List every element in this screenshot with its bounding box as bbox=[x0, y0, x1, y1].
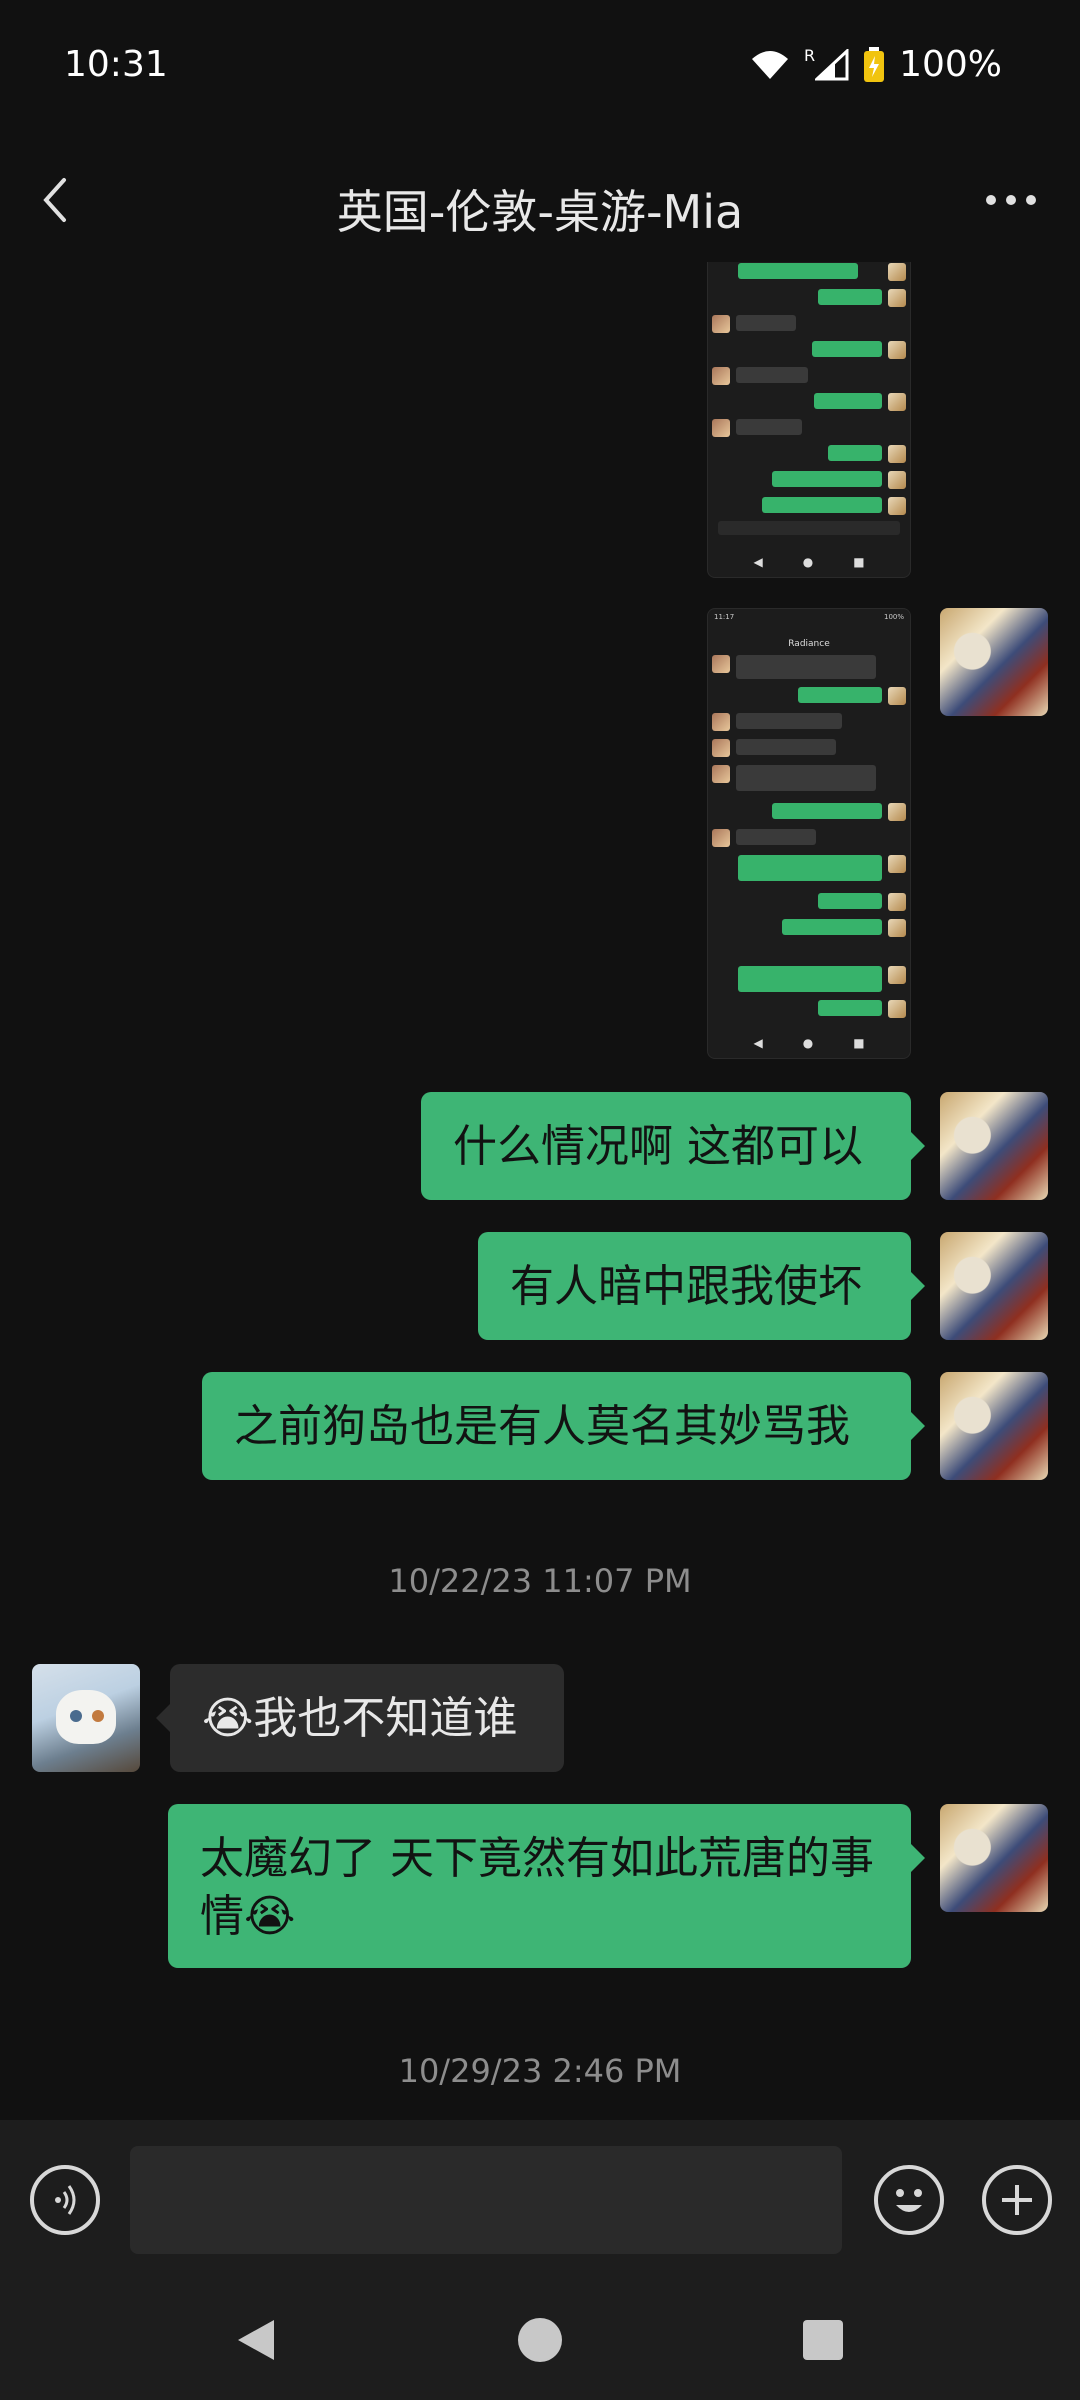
battery-charging-icon bbox=[864, 46, 885, 82]
mini-avatar bbox=[888, 803, 906, 821]
avatar[interactable] bbox=[940, 1804, 1048, 1912]
status-time: 10:31 bbox=[64, 44, 168, 85]
mini-bubble bbox=[736, 765, 876, 791]
timestamp: 10/22/23 11:07 PM bbox=[388, 1562, 692, 1600]
voice-icon bbox=[55, 2185, 76, 2215]
mini-bubble bbox=[736, 315, 796, 331]
mini-avatar bbox=[888, 289, 906, 307]
avatar[interactable] bbox=[940, 1232, 1048, 1340]
mini-bubble bbox=[814, 393, 882, 409]
mini-avatar bbox=[712, 765, 730, 783]
mini-avatar bbox=[888, 263, 906, 281]
mini-bubble bbox=[736, 367, 808, 383]
mini-avatar bbox=[888, 919, 906, 937]
mini-avatar bbox=[888, 341, 906, 359]
mini-avatar bbox=[888, 855, 906, 873]
chat-title: 英国-伦敦-桌游-Mia bbox=[336, 185, 744, 239]
message-bubble[interactable]: 太魔幻了 天下竟然有如此荒唐的事情😭 bbox=[168, 1804, 925, 1968]
mini-bubble bbox=[818, 289, 882, 305]
wifi-icon bbox=[751, 50, 788, 79]
mini-avatar bbox=[712, 367, 730, 385]
mini-avatar bbox=[712, 315, 730, 333]
more-horizontal-icon[interactable] bbox=[984, 190, 1038, 210]
message-bubble[interactable]: 有人暗中跟我使坏 bbox=[478, 1232, 925, 1340]
avatar[interactable] bbox=[940, 1372, 1048, 1480]
mini-avatar bbox=[888, 445, 906, 463]
emoji-icon bbox=[896, 2189, 922, 2212]
mini-status-bar: 11:17 100% bbox=[714, 613, 904, 621]
message-list[interactable]: ◀ ● ■ 11:17 100% Radiance ◀ ● ■ 什么情况啊 这都… bbox=[0, 262, 1080, 2120]
status-bar: 10:31 R 100% bbox=[0, 0, 1080, 130]
image-message[interactable]: 11:17 100% Radiance bbox=[707, 608, 911, 974]
mini-bubble bbox=[738, 966, 882, 992]
message-bubble[interactable]: 什么情况啊 这都可以 bbox=[421, 1092, 925, 1200]
mini-time: 11:17 bbox=[714, 613, 735, 621]
mini-bubble bbox=[738, 855, 882, 881]
nav-recents-icon[interactable] bbox=[802, 2319, 844, 2361]
mini-bubble bbox=[736, 829, 816, 845]
emoji-button[interactable] bbox=[874, 2165, 944, 2235]
signal-icon bbox=[815, 48, 849, 80]
timestamp: 10/29/23 2:46 PM bbox=[398, 2052, 682, 2090]
mini-avatar bbox=[712, 655, 730, 673]
mini-bubble bbox=[736, 655, 876, 679]
mini-input-bar bbox=[718, 521, 900, 535]
message-bubble[interactable]: 之前狗岛也是有人莫名其妙骂我 bbox=[202, 1372, 925, 1480]
mini-bubble bbox=[798, 687, 882, 703]
mini-avatar bbox=[888, 393, 906, 411]
input-bar bbox=[0, 2120, 1080, 2280]
mini-avatar bbox=[888, 687, 906, 705]
avatar[interactable] bbox=[32, 1664, 140, 1772]
mini-bubble bbox=[772, 471, 882, 487]
status-icons: R 100% bbox=[750, 44, 1002, 85]
mini-avatar bbox=[888, 1000, 906, 1018]
voice-button[interactable] bbox=[30, 2165, 100, 2235]
mini-bubble bbox=[738, 263, 858, 279]
message-bubble[interactable]: 😭我也不知道谁 bbox=[156, 1664, 564, 1772]
avatar[interactable] bbox=[940, 608, 1048, 716]
message-input[interactable] bbox=[130, 2146, 842, 2254]
mini-bubble bbox=[736, 713, 842, 729]
mini-avatar bbox=[888, 966, 906, 984]
nav-home-icon[interactable] bbox=[516, 2316, 564, 2364]
mini-avatar bbox=[712, 419, 730, 437]
mini-title: Radiance bbox=[788, 639, 830, 649]
mini-bubble bbox=[736, 739, 836, 755]
avatar[interactable] bbox=[940, 1092, 1048, 1200]
mini-nav: ◀ ● ■ bbox=[753, 555, 865, 569]
mini-bubble bbox=[736, 419, 802, 435]
mini-bubble bbox=[818, 893, 882, 909]
mini-avatar bbox=[888, 497, 906, 515]
mini-bubble bbox=[828, 445, 882, 461]
mini-avatar bbox=[712, 713, 730, 731]
mini-battery: 100% bbox=[883, 613, 904, 621]
image-message[interactable]: ◀ ● ■ bbox=[707, 262, 911, 578]
battery-percent: 100% bbox=[899, 44, 1002, 85]
mini-bubble bbox=[762, 497, 882, 513]
mini-bubble bbox=[782, 919, 882, 935]
plus-icon bbox=[1002, 2185, 1032, 2215]
mini-avatar bbox=[712, 739, 730, 757]
roaming-mark: R bbox=[803, 46, 816, 65]
mini-avatar bbox=[712, 829, 730, 847]
mini-bubble bbox=[818, 1000, 882, 1016]
nav-back-icon[interactable] bbox=[234, 2316, 278, 2364]
mini-avatar bbox=[888, 471, 906, 489]
chat-header: 英国-伦敦-桌游-Mia bbox=[0, 130, 1080, 270]
image-message-continued[interactable]: ◀ ● ■ bbox=[707, 962, 911, 1059]
system-nav-bar bbox=[0, 2280, 1080, 2400]
mini-bubble bbox=[812, 341, 882, 357]
mini-bubble bbox=[772, 803, 882, 819]
mini-avatar bbox=[888, 893, 906, 911]
add-button[interactable] bbox=[982, 2165, 1052, 2235]
mini-nav: ◀ ● ■ bbox=[753, 1036, 865, 1050]
